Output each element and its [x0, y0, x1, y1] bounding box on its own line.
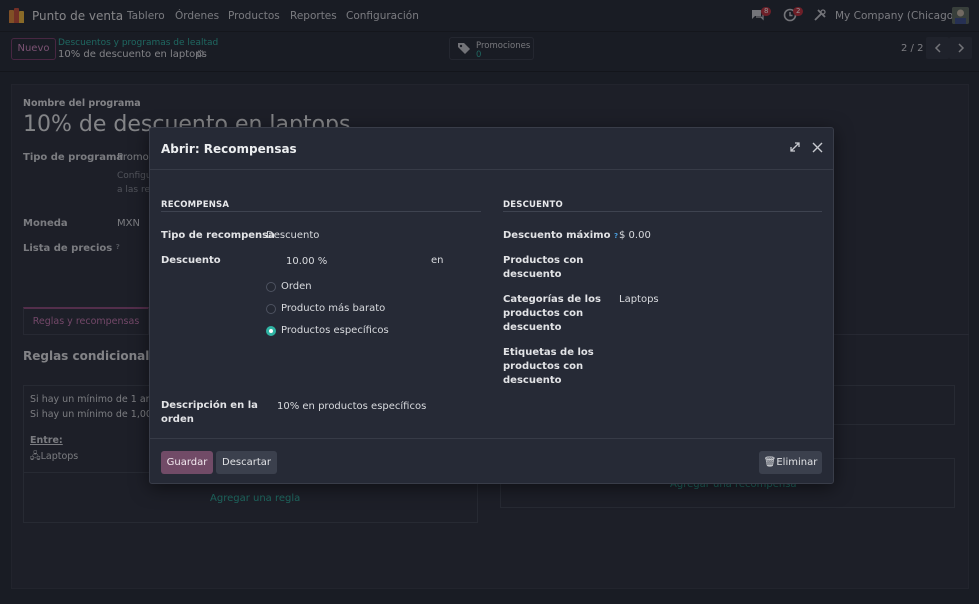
section-reward-title: RECOMPENSA [161, 200, 230, 210]
radio-specific-products[interactable] [266, 326, 276, 336]
discounted-products-label: Productos con descuento [503, 255, 584, 280]
expand-icon[interactable] [789, 141, 801, 157]
section-reward-divider [161, 211, 481, 212]
dialog-footer: Guardar Descartar 🗑Eliminar [150, 438, 833, 484]
dialog-title: Abrir: Recompensas [161, 142, 297, 156]
radio-specific-products-label[interactable]: Productos específicos [281, 325, 389, 336]
trash-icon: 🗑 [763, 457, 777, 468]
discounted-tags-label: Etiquetas de los productos con descuento [503, 347, 594, 386]
reward-dialog: Abrir: Recompensas RECOMPENSA Tipo de re… [149, 127, 834, 484]
reward-type-label: Tipo de recompensa [161, 230, 275, 241]
discard-button[interactable]: Descartar [216, 451, 277, 474]
save-button[interactable]: Guardar [161, 451, 213, 474]
max-discount-label: Descuento máximo ? [503, 230, 618, 241]
discount-input[interactable]: 10.00 % [286, 256, 327, 267]
max-discount-input[interactable]: $ 0.00 [619, 230, 651, 241]
close-icon[interactable] [811, 141, 824, 158]
radio-cheapest-product[interactable] [266, 304, 276, 314]
radio-cheapest-product-label[interactable]: Producto más barato [281, 303, 385, 314]
delete-button[interactable]: 🗑Eliminar [759, 451, 822, 474]
discount-on-label: en [431, 255, 444, 266]
section-discount-title: DESCUENTO [503, 200, 563, 210]
reward-type-select[interactable]: Descuento [266, 230, 319, 241]
discounted-categories-label: Categorías de los productos con descuento [503, 294, 601, 333]
discount-label: Descuento [161, 255, 221, 266]
order-description-input[interactable]: 10% en productos específicos [277, 401, 426, 412]
help-icon[interactable]: ? [614, 232, 618, 240]
order-description-label: Descripción en la orden [161, 400, 258, 425]
radio-order[interactable] [266, 282, 276, 292]
discounted-categories-value[interactable]: Laptops [619, 294, 659, 305]
section-discount-divider [503, 211, 822, 212]
dialog-header: Abrir: Recompensas [150, 128, 833, 170]
radio-order-label[interactable]: Orden [281, 281, 312, 292]
